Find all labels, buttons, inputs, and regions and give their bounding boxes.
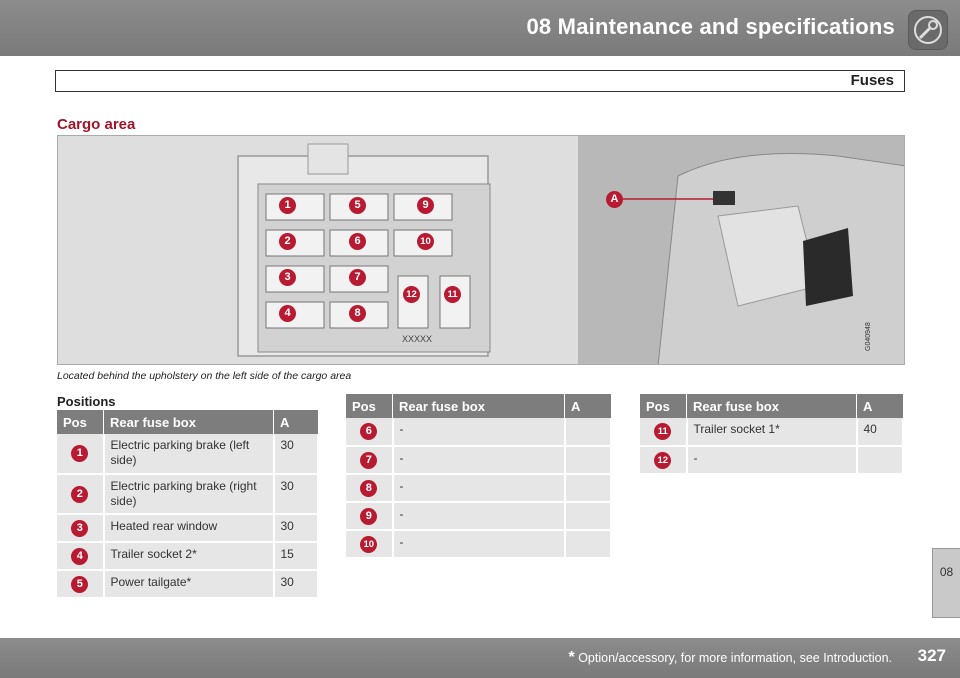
- row-amp: 15: [273, 542, 319, 571]
- row-desc: -: [392, 502, 566, 531]
- pos-badge: 12: [654, 451, 672, 469]
- col-pos: Pos: [640, 394, 687, 418]
- fuse-marker-7: 7: [349, 269, 366, 286]
- row-amp: 40: [856, 418, 904, 447]
- subheading: Cargo area: [57, 116, 136, 133]
- table-row: 7 -: [346, 446, 612, 475]
- fuse-marker-8: 8: [349, 305, 366, 322]
- chapter-tab[interactable]: 08: [932, 548, 960, 618]
- fuse-table-1: Pos Rear fuse box A 1 Electric parking b…: [57, 410, 319, 599]
- table-row: 9 -: [346, 502, 612, 531]
- pos-badge: 8: [360, 479, 378, 497]
- footer-note-text: Option/accessory, for more information, …: [578, 651, 892, 665]
- chapter-title: 08 Maintenance and specifications: [526, 14, 895, 39]
- page-number: 327: [917, 646, 946, 665]
- row-desc: -: [686, 446, 858, 475]
- fuse-table-2: Pos Rear fuse box A 6 - 7 - 8 - 9 - 10 -: [346, 394, 612, 559]
- pos-badge: 5: [71, 575, 89, 593]
- table-row: 5 Power tailgate* 30: [57, 570, 319, 599]
- row-amp: [564, 474, 612, 503]
- page-footer: * Option/accessory, for more information…: [0, 638, 960, 678]
- fuse-marker-5: 5: [349, 197, 366, 214]
- pos-badge: 9: [360, 507, 378, 525]
- pos-badge: 6: [360, 423, 378, 440]
- section-bar: Fuses: [55, 70, 905, 92]
- row-amp: 30: [273, 570, 319, 599]
- pos-badge: 4: [71, 547, 89, 565]
- table-row: 8 -: [346, 474, 612, 503]
- table-row: 12 -: [640, 446, 904, 475]
- table-row: 3 Heated rear window 30: [57, 514, 319, 543]
- row-desc: -: [392, 446, 566, 475]
- row-amp: 30: [273, 474, 319, 515]
- col-rear-fuse-box: Rear fuse box: [686, 394, 857, 418]
- table-row: 6 -: [346, 418, 612, 447]
- row-desc: Heated rear window: [103, 514, 275, 543]
- pos-badge: 7: [360, 451, 378, 469]
- fuse-table-3: Pos Rear fuse box A 11 Trailer socket 1*…: [640, 394, 904, 475]
- col-pos: Pos: [346, 394, 393, 418]
- fuse-marker-6: 6: [349, 233, 366, 250]
- pos-badge: 2: [71, 485, 89, 503]
- row-desc: Trailer socket 1*: [686, 418, 858, 447]
- wrench-icon: [908, 10, 948, 50]
- fuse-marker-2: 2: [279, 233, 296, 250]
- row-desc: Trailer socket 2*: [103, 542, 275, 571]
- col-rear-fuse-box: Rear fuse box: [392, 394, 565, 418]
- table-row: 2 Electric parking brake (right side) 30: [57, 474, 319, 515]
- row-desc: -: [392, 530, 566, 559]
- col-pos: Pos: [57, 410, 104, 434]
- fuse-marker-11: 11: [444, 286, 461, 303]
- fuse-marker-10: 10: [417, 233, 434, 250]
- positions-label: Positions: [57, 394, 116, 409]
- fuse-marker-1: 1: [279, 197, 296, 214]
- table-row: 4 Trailer socket 2* 15: [57, 542, 319, 571]
- row-desc: -: [392, 474, 566, 503]
- row-desc: Electric parking brake (left side): [103, 434, 275, 475]
- col-rear-fuse-box: Rear fuse box: [103, 410, 274, 434]
- pos-badge: 3: [71, 519, 89, 537]
- row-desc: Power tailgate*: [103, 570, 275, 599]
- pos-badge: 10: [360, 535, 378, 553]
- row-amp: [564, 446, 612, 475]
- table-row: 10 -: [346, 530, 612, 559]
- col-amp: A: [856, 394, 903, 418]
- row-desc: -: [392, 418, 566, 447]
- image-code: G040948: [865, 322, 872, 351]
- pos-badge: 1: [71, 445, 89, 462]
- row-amp: [856, 446, 904, 475]
- fuse-marker-4: 4: [279, 305, 296, 322]
- fuse-marker-3: 3: [279, 269, 296, 286]
- fuse-box-drawing: G040948 XXXXX: [58, 136, 904, 364]
- table-row: 11 Trailer socket 1* 40: [640, 418, 904, 447]
- row-amp: 30: [273, 434, 319, 475]
- page-header: 08 Maintenance and specifications: [0, 0, 960, 56]
- label-box-text: XXXXX: [402, 334, 432, 344]
- footer-note: * Option/accessory, for more information…: [568, 649, 892, 667]
- col-amp: A: [564, 394, 611, 418]
- col-amp: A: [273, 410, 318, 434]
- fuse-marker-12: 12: [403, 286, 420, 303]
- figure-caption: Located behind the upholstery on the lef…: [57, 370, 352, 382]
- asterisk: *: [568, 649, 575, 666]
- row-amp: [564, 418, 612, 447]
- table-row: 1 Electric parking brake (left side) 30: [57, 434, 319, 475]
- callout-marker-a: A: [606, 191, 623, 208]
- row-amp: [564, 502, 612, 531]
- fuse-marker-9: 9: [417, 197, 434, 214]
- pos-badge: 11: [654, 423, 672, 440]
- row-amp: [564, 530, 612, 559]
- row-amp: 30: [273, 514, 319, 543]
- fuse-box-illustration: G040948 XXXXX 1 2 3 4 5 6 7 8 9 10 11 12…: [57, 135, 905, 365]
- row-desc: Electric parking brake (right side): [103, 474, 275, 515]
- section-title: Fuses: [850, 72, 894, 89]
